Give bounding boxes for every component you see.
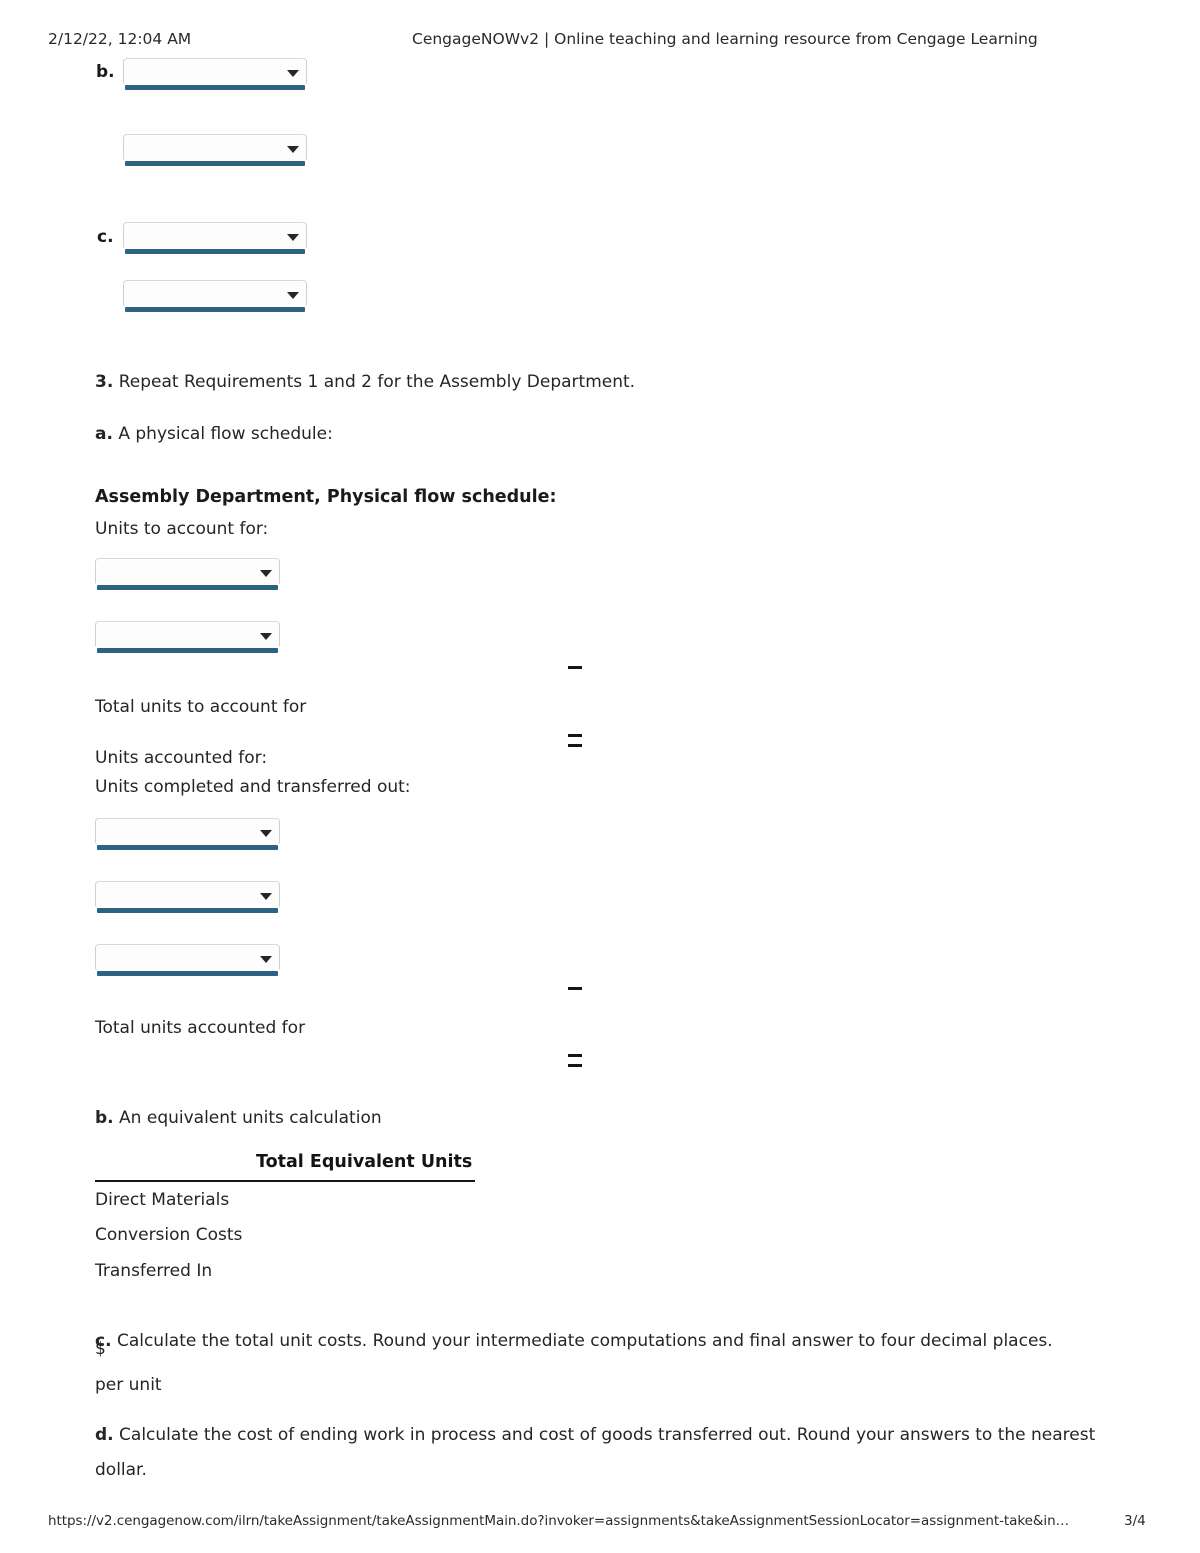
requirement-3: 3. Repeat Requirements 1 and 2 for the A… bbox=[95, 370, 635, 394]
chevron-down-icon bbox=[260, 829, 272, 837]
select-units-to-account-2-value bbox=[104, 622, 253, 648]
chevron-down-icon bbox=[260, 569, 272, 577]
select-c-1[interactable] bbox=[123, 222, 307, 254]
equivalent-units-header-rule bbox=[95, 1180, 475, 1182]
subtotal-rule-units-to-account bbox=[568, 666, 582, 669]
row-label-transferred-in: Transferred In bbox=[95, 1261, 213, 1281]
equivalent-units-column-header: Total Equivalent Units bbox=[256, 1152, 473, 1172]
chevron-down-icon bbox=[287, 291, 299, 299]
part-c-text: Calculate the total unit costs. Round yo… bbox=[116, 1331, 1053, 1351]
select-units-to-account-2[interactable] bbox=[95, 621, 280, 653]
dropdown-label-b: b. bbox=[96, 62, 115, 82]
select-units-accounted-1-value bbox=[104, 819, 253, 845]
physical-flow-schedule-title: Assembly Department, Physical flow sched… bbox=[95, 487, 557, 507]
chevron-down-icon bbox=[260, 632, 272, 640]
row-label-conversion-costs: Conversion Costs bbox=[95, 1225, 243, 1245]
units-completed-transferred-out-label: Units completed and transferred out: bbox=[95, 777, 411, 797]
currency-symbol: $ bbox=[95, 1339, 106, 1359]
table-row: Direct Materials bbox=[95, 1190, 229, 1210]
top-dropdown-group: b. c. bbox=[0, 0, 1200, 320]
units-accounted-for-label: Units accounted for: bbox=[95, 748, 268, 768]
print-footer-page-number: 3/4 bbox=[1124, 1513, 1146, 1529]
table-row: Transferred In bbox=[95, 1261, 212, 1281]
select-b-1[interactable] bbox=[123, 58, 307, 90]
total-units-accounted-for-label: Total units accounted for bbox=[95, 1018, 306, 1038]
dropdown-label-c: c. bbox=[97, 227, 114, 247]
select-b-1-value bbox=[132, 59, 280, 85]
part-d-heading: d. Calculate the cost of ending work in … bbox=[95, 1418, 1140, 1488]
requirement-3-number: 3. bbox=[95, 372, 114, 392]
select-b-2[interactable] bbox=[123, 134, 307, 166]
subtotal-rule-units-accounted bbox=[568, 987, 582, 990]
part-d-letter: d. bbox=[95, 1425, 114, 1445]
select-b-2-value bbox=[132, 135, 280, 161]
part-b-letter: b. bbox=[95, 1108, 114, 1128]
per-unit-suffix: per unit bbox=[95, 1375, 162, 1395]
chevron-down-icon bbox=[287, 69, 299, 77]
table-row: Conversion Costs bbox=[95, 1225, 242, 1245]
print-footer: https://v2.cengagenow.com/ilrn/takeAssig… bbox=[0, 1511, 1200, 1531]
chevron-down-icon bbox=[260, 955, 272, 963]
part-b-heading: b. An equivalent units calculation bbox=[95, 1106, 382, 1130]
select-units-accounted-2-value bbox=[104, 882, 253, 908]
chevron-down-icon bbox=[287, 233, 299, 241]
select-units-accounted-3-value bbox=[104, 945, 253, 971]
select-units-to-account-1-value bbox=[104, 559, 253, 585]
select-units-accounted-2[interactable] bbox=[95, 881, 280, 913]
part-d-text: Calculate the cost of ending work in pro… bbox=[95, 1425, 1096, 1480]
chevron-down-icon bbox=[287, 145, 299, 153]
units-to-account-for-label: Units to account for: bbox=[95, 519, 269, 539]
select-units-to-account-1[interactable] bbox=[95, 558, 280, 590]
part-a-heading: a. A physical flow schedule: bbox=[95, 422, 333, 446]
part-a-letter: a. bbox=[95, 424, 113, 444]
total-rule-units-accounted bbox=[568, 1054, 582, 1067]
requirement-3-text: Repeat Requirements 1 and 2 for the Asse… bbox=[118, 372, 636, 392]
select-c-1-value bbox=[132, 223, 280, 249]
part-c-heading: c. Calculate the total unit costs. Round… bbox=[95, 1329, 1053, 1353]
select-c-2[interactable] bbox=[123, 280, 307, 312]
row-label-direct-materials: Direct Materials bbox=[95, 1190, 230, 1210]
print-page: 2/12/22, 12:04 AM CengageNOWv2 | Online … bbox=[0, 0, 1200, 1553]
chevron-down-icon bbox=[260, 892, 272, 900]
total-units-to-account-for-label: Total units to account for bbox=[95, 697, 307, 717]
select-c-2-value bbox=[132, 281, 280, 307]
part-b-text: An equivalent units calculation bbox=[119, 1108, 382, 1128]
select-units-accounted-1[interactable] bbox=[95, 818, 280, 850]
print-footer-url: https://v2.cengagenow.com/ilrn/takeAssig… bbox=[48, 1513, 1070, 1529]
total-rule-units-to-account bbox=[568, 734, 582, 747]
select-units-accounted-3[interactable] bbox=[95, 944, 280, 976]
part-a-text: A physical flow schedule: bbox=[118, 424, 333, 444]
